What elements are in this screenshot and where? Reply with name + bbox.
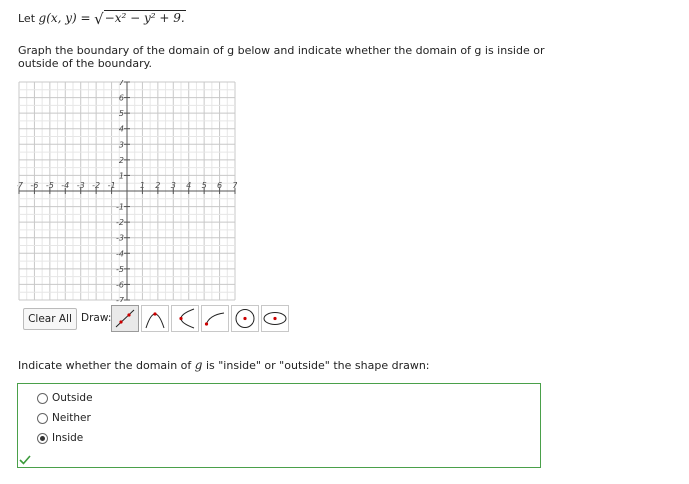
y-tick-label: 2 — [119, 156, 124, 165]
radicand: −x² − y² + 9. — [103, 10, 186, 25]
option-outside[interactable]: Outside — [37, 392, 93, 404]
domain-question-suffix: is "inside" or "outside" the shape drawn… — [202, 359, 430, 372]
problem-statement: Let g(x, y) = √−x² − y² + 9. — [18, 10, 186, 28]
radio-inside[interactable] — [37, 432, 48, 444]
x-tick-label: 1 — [140, 181, 145, 190]
ellipse-tool-button[interactable] — [261, 305, 289, 332]
clear-all-button[interactable]: Clear All — [23, 308, 77, 330]
x-tick-label: -5 — [46, 181, 54, 190]
y-tick-label: -4 — [116, 249, 124, 258]
domain-question-prefix: Indicate whether the domain of — [18, 359, 195, 372]
sideways-parabola-tool-button[interactable] — [171, 305, 199, 332]
y-tick-label: -2 — [116, 218, 124, 227]
domain-question: Indicate whether the domain of g is "ins… — [18, 358, 430, 372]
x-tick-label: -4 — [61, 181, 69, 190]
option-neither[interactable]: Neither — [37, 412, 91, 424]
y-tick-label: -6 — [116, 280, 124, 289]
x-tick-label: 3 — [171, 181, 176, 190]
x-tick-label: -3 — [77, 181, 85, 190]
square-root-tool-icon — [204, 312, 225, 326]
x-tick-label: 7 — [232, 181, 237, 190]
x-tick-label: 4 — [186, 181, 191, 190]
y-tick-label: 3 — [119, 140, 124, 149]
draw-label: Draw: — [81, 312, 112, 324]
answer-box: Outside Neither Inside — [17, 383, 541, 468]
square-root-expression: √−x² − y² + 9. — [94, 10, 186, 28]
option-inside[interactable]: Inside — [37, 432, 83, 444]
intro-prefix: Let — [18, 12, 39, 25]
y-tick-label: -7 — [116, 296, 125, 302]
graph-canvas[interactable]: -7-6-5-4-3-2-112345677654321-1-2-3-4-5-6… — [17, 80, 237, 302]
parabola-tool-button[interactable] — [141, 305, 169, 332]
circle-tool-icon — [235, 309, 255, 328]
y-tick-label: -5 — [116, 265, 124, 274]
y-tick-label: 1 — [119, 171, 124, 180]
line-tool-icon — [115, 309, 135, 328]
y-tick-label: -3 — [116, 234, 124, 243]
question-text: Graph the boundary of the domain of g be… — [18, 44, 545, 70]
option-inside-label: Inside — [52, 432, 84, 444]
x-tick-label: 5 — [202, 181, 207, 190]
y-tick-label: 7 — [119, 80, 125, 87]
correct-check-icon — [19, 455, 31, 465]
x-tick-label: 6 — [217, 181, 222, 190]
radical-sign-icon: √ — [94, 10, 104, 28]
x-tick-label: 2 — [155, 181, 160, 190]
y-tick-label: 5 — [119, 109, 124, 118]
radio-outside[interactable] — [37, 392, 48, 404]
parabola-tool-icon — [145, 312, 165, 329]
y-tick-label: 6 — [119, 94, 124, 103]
x-tick-label: -1 — [108, 181, 116, 190]
circle-tool-button[interactable] — [231, 305, 259, 332]
ellipse-tool-icon — [263, 312, 287, 325]
y-tick-label: 4 — [119, 125, 124, 134]
radio-neither[interactable] — [37, 412, 48, 424]
square-root-tool-button[interactable] — [201, 305, 229, 332]
x-tick-label: -7 — [17, 181, 24, 190]
sideways-parabola-tool-icon — [179, 308, 195, 329]
x-tick-label: -6 — [30, 181, 38, 190]
x-tick-label: -2 — [92, 181, 100, 190]
y-tick-label: -1 — [116, 203, 124, 212]
option-outside-label: Outside — [52, 392, 93, 404]
line-tool-button[interactable] — [111, 305, 139, 332]
option-neither-label: Neither — [52, 412, 91, 424]
function-lhs: g(x, y) = — [38, 11, 91, 25]
